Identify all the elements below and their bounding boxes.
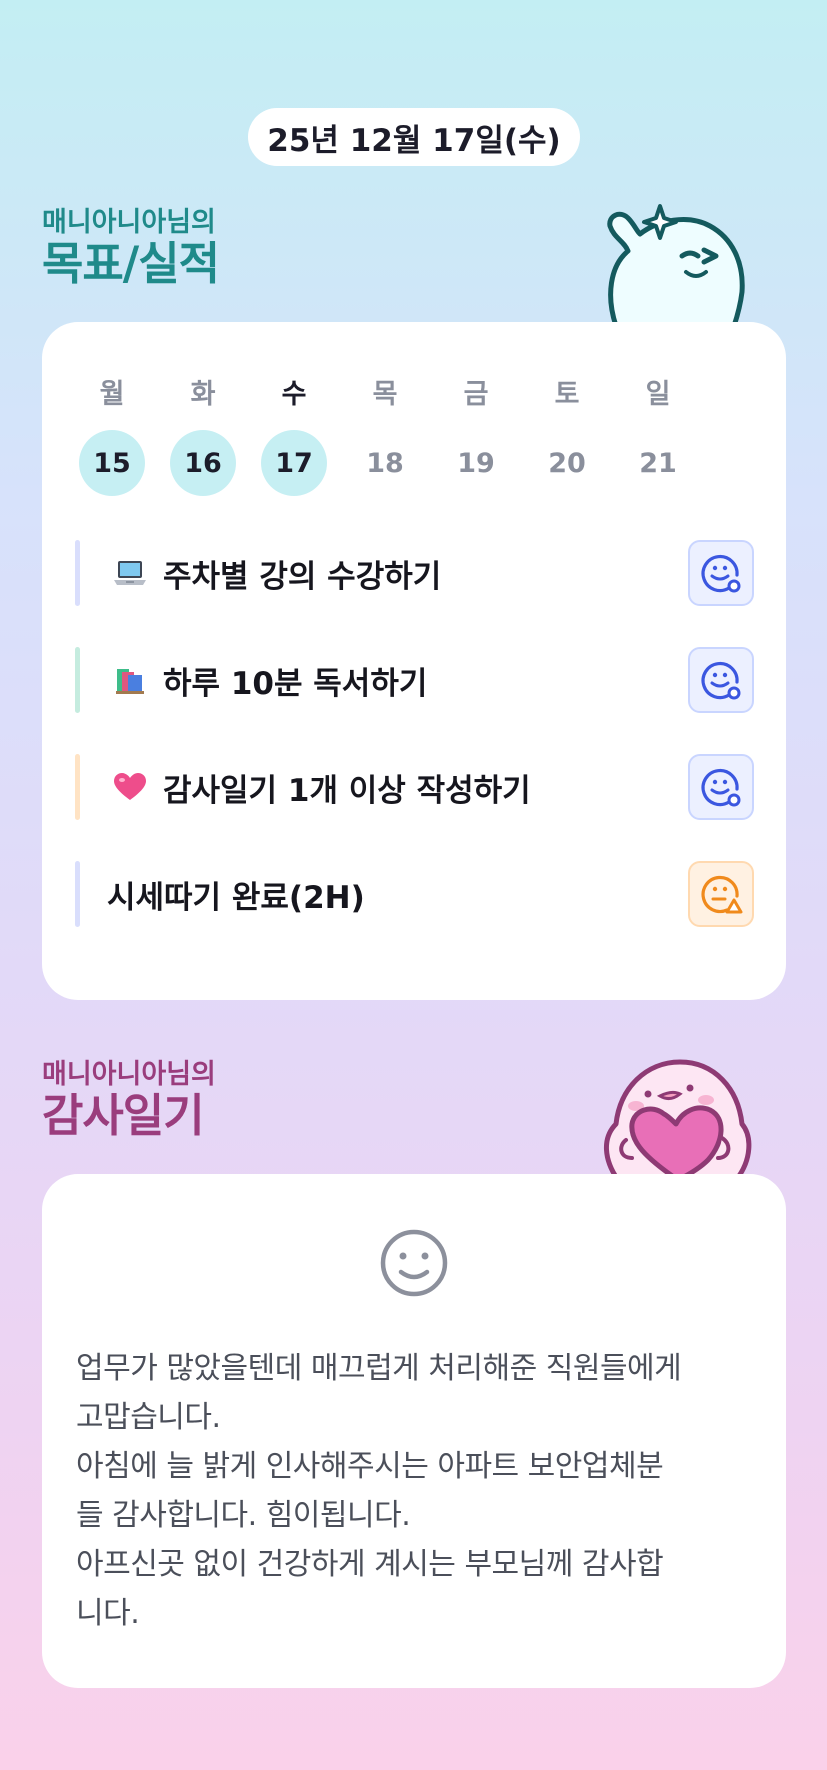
goal-item[interactable]: 시세따기 완료(2H) (75, 861, 754, 927)
weekday-row: 월 화 수 목 금 토 일 (79, 372, 691, 411)
goal-color-bar (75, 861, 80, 927)
smile-face-icon (380, 1229, 448, 1297)
goal-item[interactable]: 주차별 강의 수강하기 (75, 540, 754, 606)
goal-item[interactable]: 하루 10분 독서하기 (75, 647, 754, 713)
heart-icon (111, 768, 149, 806)
date-18[interactable]: 18 (352, 430, 418, 496)
date-17[interactable]: 17 (261, 430, 327, 496)
goals-subtitle: 매니아니아님의 (42, 207, 216, 238)
date-15[interactable]: 15 (79, 430, 145, 496)
weekday-fri: 금 (463, 379, 489, 410)
smile-blue-icon[interactable] (688, 540, 754, 606)
thanks-title: 감사일기 (42, 1089, 205, 1142)
laptop-icon (111, 554, 149, 592)
weekday-sat: 토 (554, 379, 580, 410)
weekday-thu: 목 (372, 379, 398, 410)
date-16[interactable]: 16 (170, 430, 236, 496)
goal-list: 주차별 강의 수강하기 하루 10분 독서하기 감사일기 1개 이상 작성하기 (75, 540, 754, 968)
date-20[interactable]: 20 (534, 430, 600, 496)
thanks-subtitle: 매니아니아님의 (42, 1059, 216, 1090)
date-19[interactable]: 19 (443, 430, 509, 496)
smile-blue-icon[interactable] (688, 647, 754, 713)
mascot-cheer-icon (607, 204, 745, 326)
weekday-tue: 화 (190, 379, 216, 410)
goal-text: 하루 10분 독서하기 (163, 665, 428, 702)
date-row: 15 16 17 18 19 20 21 (79, 430, 691, 496)
goal-text: 시세따기 완료(2H) (107, 879, 365, 916)
goals-section-title: 매니아니아님의 목표/실적 (42, 206, 220, 290)
weekday-wed: 수 (281, 379, 307, 410)
weekday-mon: 월 (99, 379, 125, 410)
date-pill[interactable]: 25년 12월 17일(수) (248, 108, 580, 166)
weekday-sun: 일 (645, 379, 671, 410)
goals-title: 목표/실적 (42, 237, 220, 290)
date-21[interactable]: 21 (625, 430, 691, 496)
neutral-orange-icon[interactable] (688, 861, 754, 927)
goal-text: 감사일기 1개 이상 작성하기 (163, 772, 531, 809)
goal-color-bar (75, 647, 80, 713)
smile-blue-icon[interactable] (688, 754, 754, 820)
goal-color-bar (75, 754, 80, 820)
goal-item[interactable]: 감사일기 1개 이상 작성하기 (75, 754, 754, 820)
current-date: 25년 12월 17일(수) (267, 122, 561, 159)
thanks-diary-text: 업무가 많았을텐데 매끄럽게 처리해준 직원들에게 고맙습니다. 아침에 늘 밝… (76, 1351, 682, 1631)
mascot-heart-icon (603, 1059, 752, 1180)
goal-text: 주차별 강의 수강하기 (163, 558, 442, 595)
thanks-card: 업무가 많았을텐데 매끄럽게 처리해준 직원들에게 고맙습니다. 아침에 늘 밝… (42, 1174, 786, 1688)
goals-card: 월 화 수 목 금 토 일 15 16 17 18 19 20 21 주차별 강… (42, 322, 786, 1000)
thanks-section-title: 매니아니아님의 감사일기 (42, 1058, 216, 1140)
goal-color-bar (75, 540, 80, 606)
books-icon (111, 661, 149, 699)
